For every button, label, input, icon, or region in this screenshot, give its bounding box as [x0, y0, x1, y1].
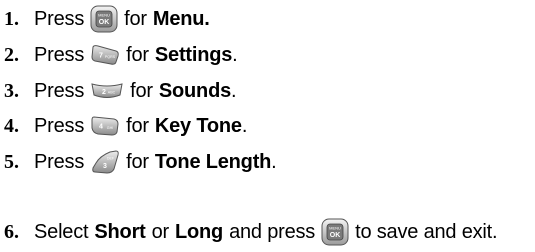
step-suffix: .: [241, 114, 248, 137]
step-2: 2. Press 7 PQRS for Settings .: [4, 38, 238, 72]
step-target: Sounds: [158, 79, 232, 102]
step-5: 5. Press 3 DEF for Tone Length .: [4, 145, 277, 179]
step-1: 1. Press MENU OK for Menu.: [4, 2, 210, 36]
svg-text:OK: OK: [99, 19, 110, 26]
svg-text:DEF: DEF: [107, 157, 115, 161]
and-press-text: and press: [229, 220, 316, 243]
svg-text:GHI: GHI: [107, 126, 113, 130]
step-connector: for: [126, 150, 149, 173]
step-6: 6. Select Short or Long and press MENU O…: [4, 215, 498, 249]
step-prefix: Press: [34, 150, 85, 173]
step-prefix: Press: [34, 43, 85, 66]
step-target: Tone Length: [154, 150, 272, 173]
svg-text:MENU: MENU: [98, 13, 110, 18]
7pqrs-key-icon: 7 PQRS: [90, 44, 120, 66]
step-connector: for: [126, 114, 149, 137]
step-suffix: .: [232, 43, 238, 66]
step-target: Key Tone: [154, 114, 242, 137]
option-long: Long: [175, 220, 224, 243]
svg-text:PQRS: PQRS: [105, 55, 116, 59]
svg-text:MENU: MENU: [329, 226, 341, 231]
step-suffix: .: [271, 150, 277, 173]
menu-ok-key-icon: MENU OK: [321, 218, 349, 246]
step-suffix: .: [231, 79, 237, 102]
step-number: 3.: [4, 79, 19, 102]
3def-key-icon: 3 DEF: [90, 149, 120, 175]
step-connector: for: [126, 43, 149, 66]
svg-text:4: 4: [99, 124, 103, 131]
step-connector: for: [124, 7, 147, 30]
option-separator: or: [151, 220, 170, 243]
svg-text:OK: OK: [330, 232, 341, 239]
menu-ok-key-icon: MENU OK: [90, 5, 118, 33]
step-prefix: Press: [34, 114, 85, 137]
step-4: 4. Press 4 GHI for Key Tone .: [4, 109, 247, 143]
svg-text:7: 7: [99, 53, 103, 60]
step-number: 5.: [4, 150, 19, 173]
2abc-key-icon: 2 ABC: [90, 81, 124, 101]
4ghi-key-icon: 4 GHI: [90, 115, 120, 137]
step-number: 1.: [4, 7, 19, 30]
step-number: 6.: [4, 220, 19, 243]
step-number: 4.: [4, 114, 19, 137]
step-number: 2.: [4, 43, 19, 66]
option-short: Short: [94, 220, 146, 243]
step-3: 3. Press 2 ABC for Sounds .: [4, 74, 237, 108]
svg-text:2: 2: [102, 89, 106, 96]
step-suffix: to save and exit.: [355, 220, 498, 243]
step-prefix: Press: [34, 7, 85, 30]
step-connector: for: [130, 79, 153, 102]
svg-text:3: 3: [103, 163, 107, 170]
step-target: Menu.: [152, 7, 210, 30]
step-target: Settings: [154, 43, 233, 66]
svg-text:ABC: ABC: [108, 91, 116, 95]
step-prefix: Select: [34, 220, 89, 243]
step-prefix: Press: [34, 79, 85, 102]
